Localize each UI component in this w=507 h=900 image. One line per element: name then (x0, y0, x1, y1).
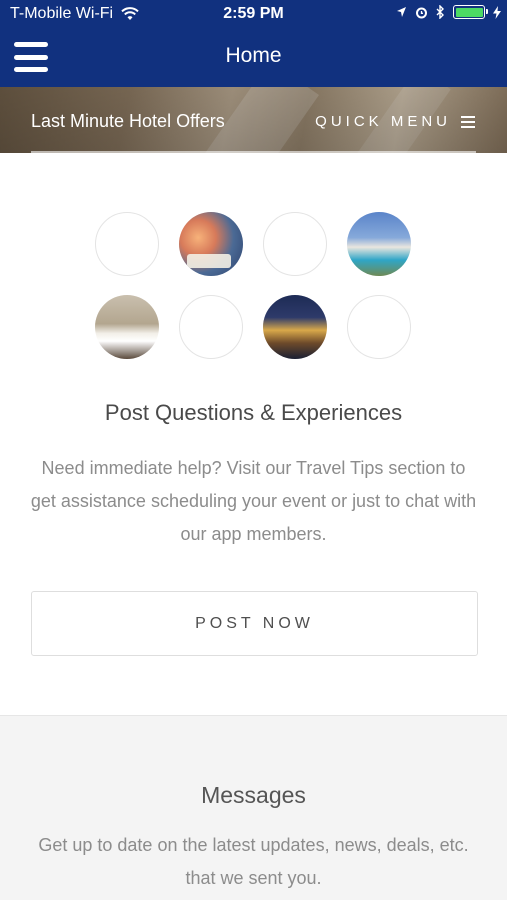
messages-section[interactable]: Messages Get up to date on the latest up… (0, 715, 507, 900)
hotel-offers-link[interactable]: Last Minute Hotel Offers (31, 111, 225, 132)
quick-menu-label: QUICK MENU (315, 113, 451, 130)
quick-menu-button[interactable]: QUICK MENU (315, 113, 475, 130)
banner-underline (31, 151, 476, 153)
post-section: Post Questions & Experiences Need immedi… (0, 400, 507, 551)
post-now-button[interactable]: POST NOW (31, 591, 478, 656)
gallery-circle-empty[interactable] (263, 212, 327, 276)
battery-icon (453, 5, 488, 19)
page-title: Home (225, 44, 282, 67)
bluetooth-icon (436, 5, 444, 19)
status-icons (396, 5, 501, 19)
post-section-title: Post Questions & Experiences (104, 400, 403, 425)
alarm-icon (416, 7, 427, 18)
menu-lines-icon (461, 115, 475, 128)
gallery-circle-empty[interactable] (179, 295, 243, 359)
charging-icon (493, 5, 501, 19)
battery-fill (455, 7, 483, 17)
location-icon (397, 7, 406, 17)
status-bar: T-Mobile Wi-Fi 2:59 PM (0, 0, 507, 30)
gallery-circle-empty[interactable] (347, 295, 411, 359)
gallery-image-pool[interactable] (347, 212, 411, 276)
top-bar: T-Mobile Wi-Fi 2:59 PM Home (0, 0, 507, 87)
gallery-image-bedroom[interactable] (95, 295, 159, 359)
gallery-image-santorini[interactable] (179, 212, 243, 276)
app-screen: T-Mobile Wi-Fi 2:59 PM Home Last Minute … (0, 0, 507, 900)
gallery-circle-empty[interactable] (95, 212, 159, 276)
messages-title: Messages (201, 782, 306, 808)
gallery-image-night-hotel[interactable] (263, 295, 327, 359)
messages-body: Get up to date on the latest updates, ne… (38, 835, 469, 888)
hotel-offers-banner[interactable]: Last Minute Hotel Offers QUICK MENU (0, 87, 507, 153)
post-section-body: Need immediate help? Visit our Travel Ti… (30, 458, 477, 544)
